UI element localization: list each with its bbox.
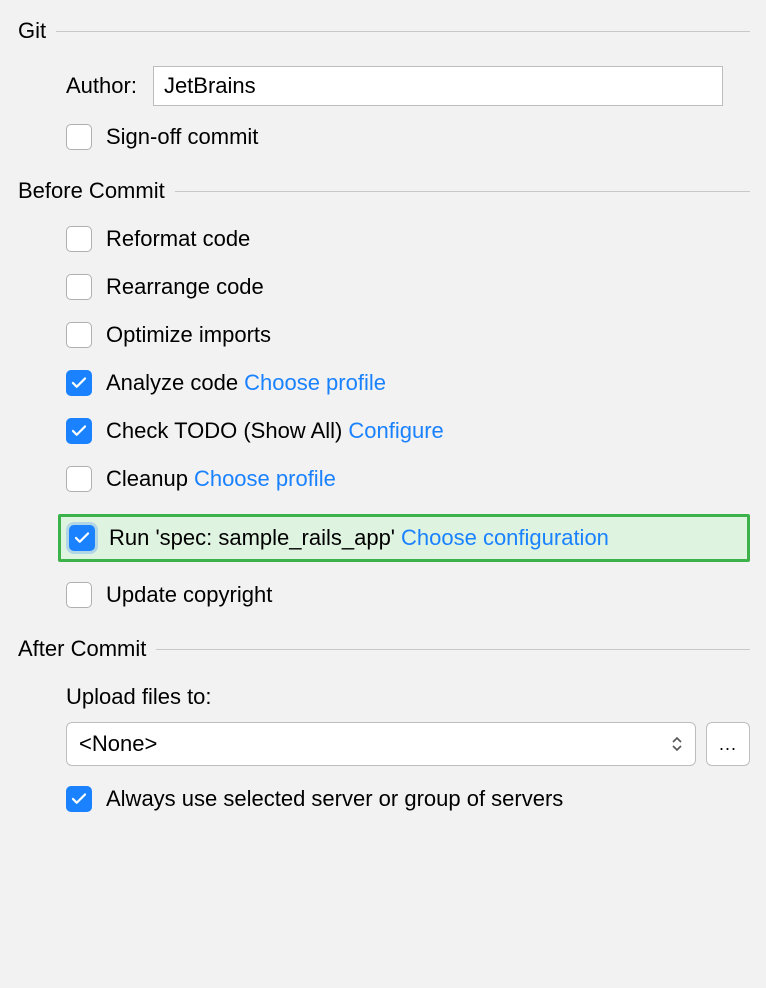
author-input[interactable] <box>153 66 723 106</box>
before-commit-header: Before Commit <box>18 178 750 204</box>
after-commit-header: After Commit <box>18 636 750 662</box>
check-icon <box>70 790 88 808</box>
signoff-row: Sign-off commit <box>18 124 750 150</box>
always-use-label: Always use selected server or group of s… <box>106 786 563 812</box>
always-use-row: Always use selected server or group of s… <box>18 786 750 812</box>
optimize-imports-label: Optimize imports <box>106 322 271 348</box>
check-todo-row: Check TODO (Show All) Configure <box>18 418 750 444</box>
check-icon <box>70 374 88 392</box>
upload-row: <None> ... <box>18 722 750 766</box>
rearrange-code-row: Rearrange code <box>18 274 750 300</box>
check-icon <box>73 529 91 547</box>
check-todo-link[interactable]: Configure <box>348 418 443 444</box>
reformat-code-label: Reformat code <box>106 226 250 252</box>
cleanup-link[interactable]: Choose profile <box>194 466 336 492</box>
run-tests-highlight: Run 'spec: sample_rails_app' Choose conf… <box>58 514 750 562</box>
upload-select-value: <None> <box>79 731 157 757</box>
analyze-code-label: Analyze code <box>106 370 238 396</box>
rearrange-code-checkbox[interactable] <box>66 274 92 300</box>
git-header: Git <box>18 18 750 44</box>
author-row: Author: <box>18 66 750 106</box>
author-label: Author: <box>66 73 137 99</box>
cleanup-label: Cleanup <box>106 466 188 492</box>
cleanup-checkbox[interactable] <box>66 466 92 492</box>
run-tests-link[interactable]: Choose configuration <box>401 525 609 551</box>
run-tests-checkbox[interactable] <box>69 525 95 551</box>
reformat-code-checkbox[interactable] <box>66 226 92 252</box>
update-copyright-row: Update copyright <box>18 582 750 608</box>
cleanup-row: Cleanup Choose profile <box>18 466 750 492</box>
check-icon <box>70 422 88 440</box>
reformat-code-row: Reformat code <box>18 226 750 252</box>
more-button-label: ... <box>719 734 737 755</box>
signoff-checkbox[interactable] <box>66 124 92 150</box>
run-tests-label: Run 'spec: sample_rails_app' <box>109 525 395 551</box>
signoff-label: Sign-off commit <box>106 124 258 150</box>
update-copyright-label: Update copyright <box>106 582 272 608</box>
check-todo-checkbox[interactable] <box>66 418 92 444</box>
after-commit-section: After Commit Upload files to: <None> ...… <box>18 636 750 812</box>
upload-label: Upload files to: <box>66 684 212 709</box>
update-copyright-checkbox[interactable] <box>66 582 92 608</box>
upload-select[interactable]: <None> <box>66 722 696 766</box>
rearrange-code-label: Rearrange code <box>106 274 264 300</box>
upload-label-row: Upload files to: <box>18 684 750 710</box>
git-title: Git <box>18 18 46 44</box>
upload-more-button[interactable]: ... <box>706 722 750 766</box>
updown-icon <box>671 736 683 752</box>
optimize-imports-checkbox[interactable] <box>66 322 92 348</box>
optimize-imports-row: Optimize imports <box>18 322 750 348</box>
divider <box>175 191 750 192</box>
divider <box>156 649 750 650</box>
always-use-checkbox[interactable] <box>66 786 92 812</box>
divider <box>56 31 750 32</box>
git-section: Git Author: Sign-off commit <box>18 18 750 150</box>
analyze-code-checkbox[interactable] <box>66 370 92 396</box>
check-todo-label: Check TODO (Show All) <box>106 418 342 444</box>
before-commit-section: Before Commit Reformat code Rearrange co… <box>18 178 750 608</box>
analyze-code-row: Analyze code Choose profile <box>18 370 750 396</box>
after-commit-title: After Commit <box>18 636 146 662</box>
analyze-code-link[interactable]: Choose profile <box>244 370 386 396</box>
before-commit-title: Before Commit <box>18 178 165 204</box>
